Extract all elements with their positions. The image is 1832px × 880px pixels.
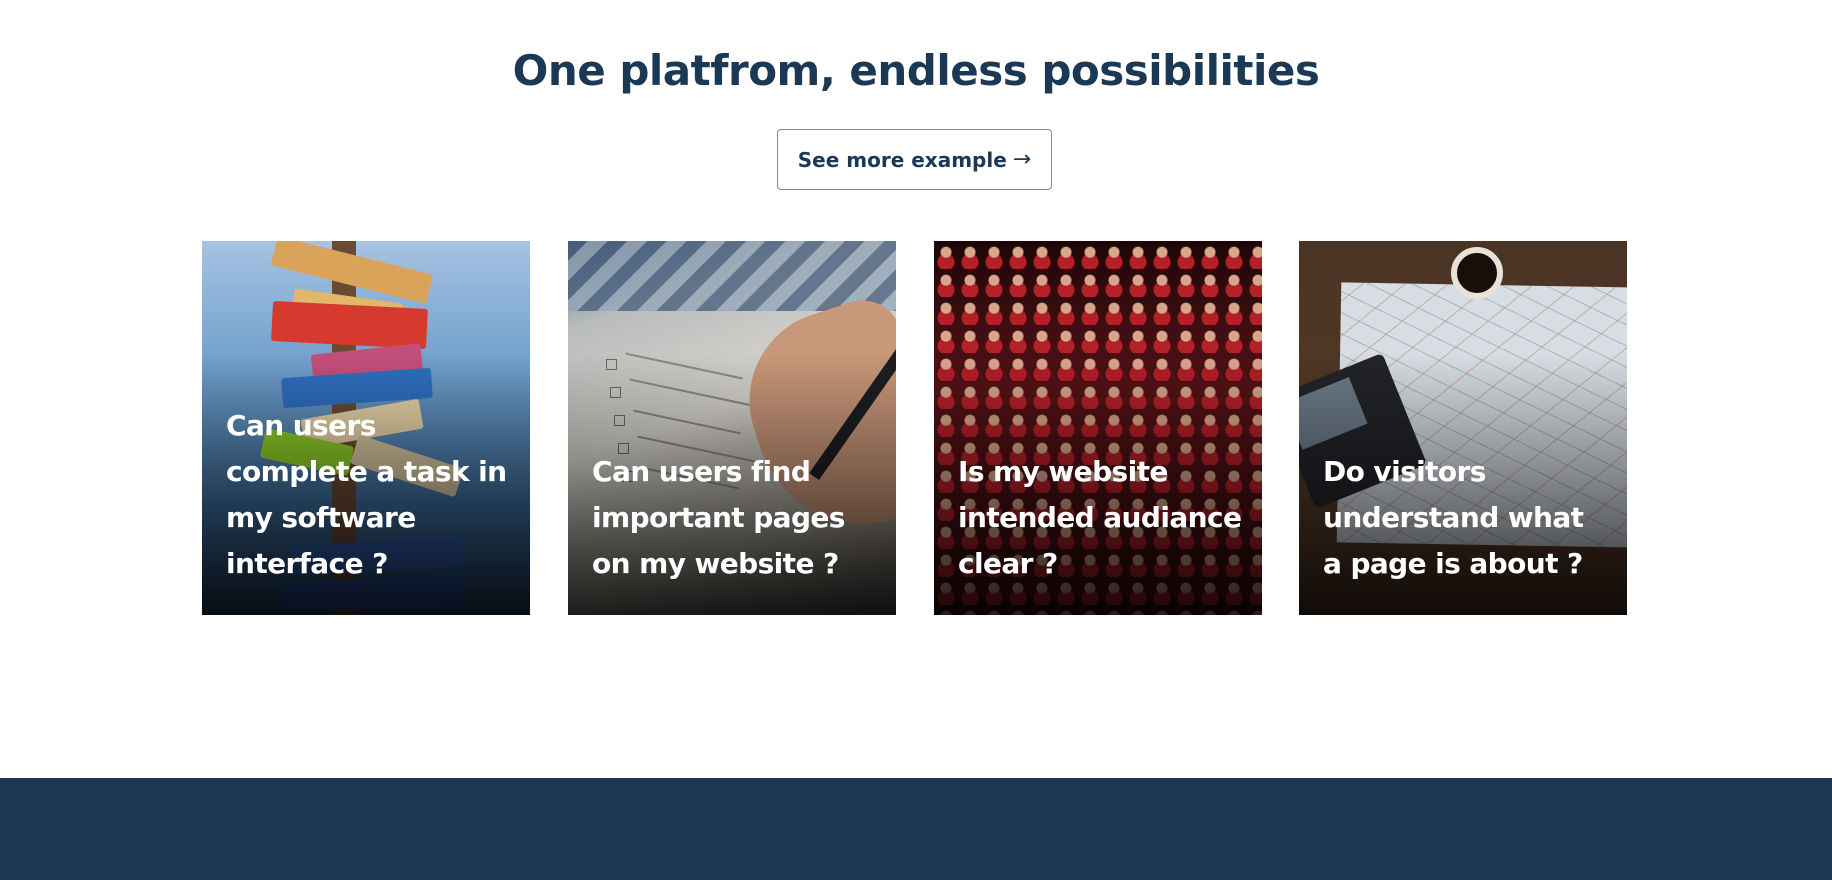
examples-section: One platfrom, endless possibilities See … — [0, 0, 1832, 778]
see-more-example-label: See more example — [797, 147, 1007, 172]
example-card-audience[interactable]: Is my website intended audiance clear ? — [934, 241, 1262, 615]
footer-band — [0, 778, 1832, 880]
card-question: Do visitors understand what a page is ab… — [1323, 455, 1584, 580]
example-cards: Can users complete a task in my software… — [202, 241, 1627, 615]
example-card-task-completion[interactable]: Can users complete a task in my software… — [202, 241, 530, 615]
see-more-example-button[interactable]: See more example → — [777, 129, 1052, 190]
example-card-find-pages[interactable]: Can users find important pages on my web… — [568, 241, 896, 615]
card-question: Can users complete a task in my software… — [226, 409, 507, 580]
section-headline: One platfrom, endless possibilities — [512, 46, 1320, 95]
card-question: Can users find important pages on my web… — [592, 455, 845, 580]
example-card-page-purpose[interactable]: Do visitors understand what a page is ab… — [1299, 241, 1627, 615]
arrow-right-icon: → — [1012, 147, 1032, 172]
card-question: Is my website intended audiance clear ? — [958, 455, 1242, 580]
